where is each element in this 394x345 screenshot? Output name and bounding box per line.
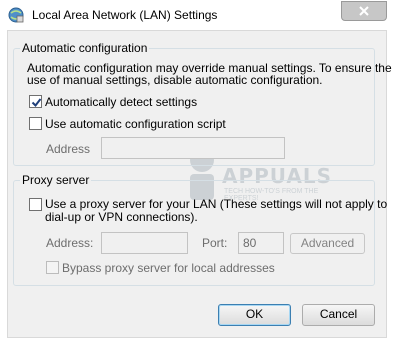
title-bar: Local Area Network (LAN) Settings (0, 0, 394, 30)
checkmark-icon (31, 98, 42, 108)
bypass-local-label[interactable]: Bypass proxy server for local addresses (62, 261, 275, 275)
proxy-port-label: Port: (202, 236, 228, 250)
network-settings-icon (8, 7, 24, 23)
auto-config-script-checkbox[interactable] (29, 117, 42, 130)
advanced-button[interactable]: Advanced (290, 233, 365, 254)
ok-button[interactable]: OK (218, 304, 291, 326)
proxy-port-input[interactable]: 80 (238, 232, 284, 254)
automatic-configuration-legend: Automatic configuration (20, 41, 150, 55)
window-title: Local Area Network (LAN) Settings (32, 8, 218, 22)
use-proxy-label-line1[interactable]: Use a proxy server for your LAN (These s… (45, 197, 387, 211)
auto-config-script-label[interactable]: Use automatic configuration script (45, 117, 226, 131)
auto-detect-checkbox[interactable] (29, 95, 42, 108)
script-address-label: Address (46, 142, 91, 156)
script-address-input[interactable] (101, 137, 285, 159)
auto-detect-label[interactable]: Automatically detect settings (45, 95, 197, 109)
use-proxy-checkbox[interactable] (29, 198, 42, 211)
cancel-button[interactable]: Cancel (302, 304, 375, 326)
close-icon (359, 6, 369, 16)
use-proxy-label-line2[interactable]: dial-up or VPN connections). (45, 210, 198, 224)
proxy-address-label: Address: (46, 236, 94, 250)
proxy-address-input[interactable] (101, 232, 188, 254)
proxy-server-legend: Proxy server (20, 173, 92, 187)
close-button[interactable] (341, 1, 387, 21)
auto-config-description-line2: use of manual settings, disable automati… (27, 73, 323, 87)
bypass-local-checkbox[interactable] (46, 261, 59, 274)
